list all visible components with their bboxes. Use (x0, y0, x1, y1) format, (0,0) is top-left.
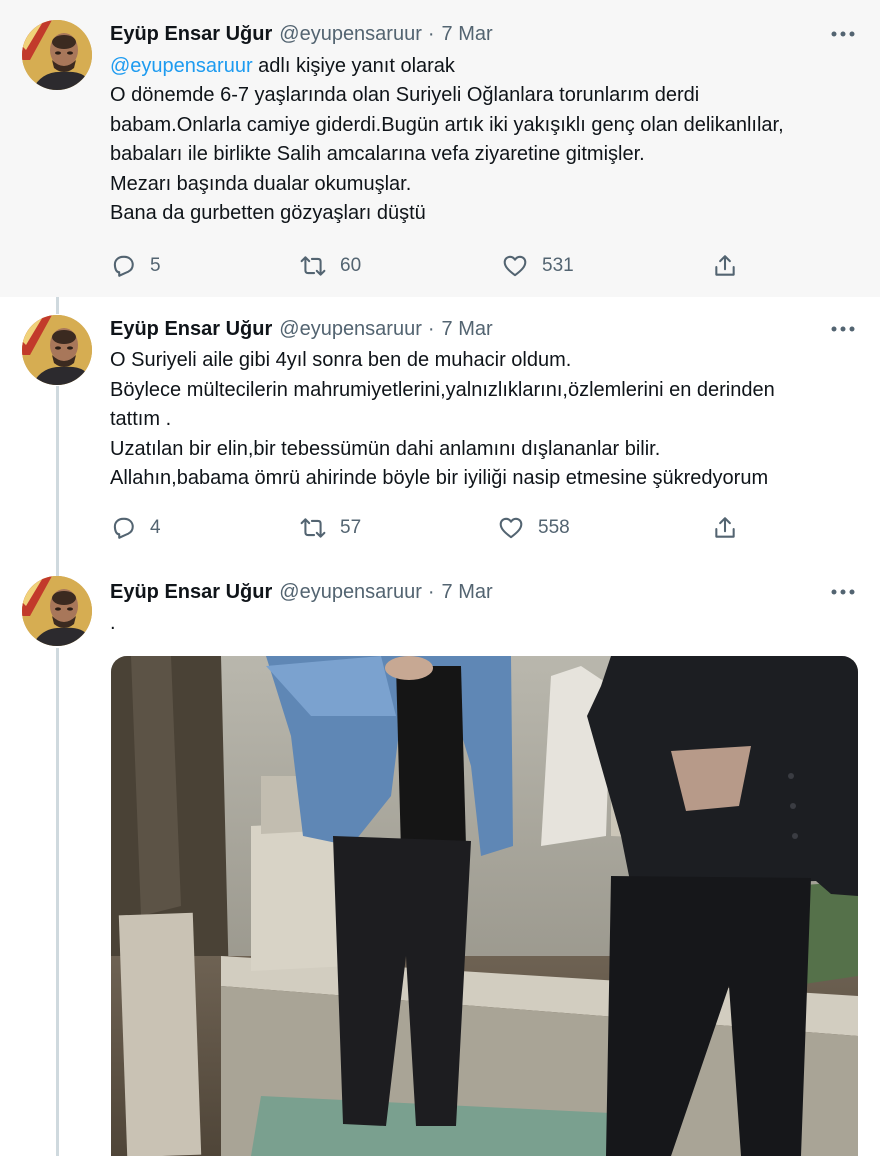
reply-count: 5 (150, 255, 161, 276)
retweet-button[interactable]: 57 (300, 510, 370, 546)
more-icon[interactable] (826, 21, 860, 47)
share-icon (715, 517, 735, 538)
reply-count: 4 (150, 517, 161, 538)
retweet-count: 60 (340, 255, 362, 276)
share-button[interactable] (712, 510, 752, 546)
retweet-count: 57 (340, 517, 362, 538)
like-icon (503, 255, 527, 277)
tweet-date[interactable]: 7 Mar (442, 581, 493, 604)
avatar[interactable] (22, 20, 92, 90)
tweet-actions: 5 60 531 (110, 248, 750, 284)
tweet-text: O Suriyeli aile gibi 4yıl sonra ben de m… (110, 349, 775, 489)
reply-icon (113, 517, 134, 539)
reply-mention-link[interactable]: @eyupensaruur (110, 55, 253, 77)
tweet-header: Eyüp Ensar Uğur @eyupensaruur · 7 Mar (110, 575, 860, 609)
author-name[interactable]: Eyüp Ensar Uğur (110, 318, 272, 341)
tweet-text: . (110, 612, 116, 634)
retweet-icon (300, 256, 326, 276)
reply-context: @eyupensaruur adlı kişiye yanıt olarak (110, 51, 860, 81)
avatar[interactable] (22, 576, 92, 646)
share-button[interactable] (712, 248, 752, 284)
share-icon (715, 255, 735, 276)
retweet-button[interactable]: 60 (300, 248, 370, 284)
more-icon[interactable] (826, 316, 860, 342)
tweet-date[interactable]: 7 Mar (442, 318, 493, 341)
avatar[interactable] (22, 315, 92, 385)
author-handle[interactable]: @eyupensaruur (279, 318, 422, 341)
like-button[interactable]: 558 (498, 510, 570, 546)
author-handle[interactable]: @eyupensaruur (279, 581, 422, 604)
author-name[interactable]: Eyüp Ensar Uğur (110, 581, 272, 604)
more-icon[interactable] (826, 579, 860, 605)
tweet[interactable]: Eyüp Ensar Uğur @eyupensaruur · 7 Mar @e… (0, 0, 880, 297)
separator-dot: · (427, 317, 435, 340)
tweet-header: Eyüp Ensar Uğur @eyupensaruur · 7 Mar (110, 312, 860, 346)
reply-icon (113, 255, 134, 277)
reply-context-label: adlı kişiye yanıt olarak (252, 55, 455, 77)
like-icon (499, 517, 523, 539)
separator-dot: · (427, 580, 435, 603)
tweet[interactable]: Eyüp Ensar Uğur @eyupensaruur · 7 Mar O … (0, 297, 880, 565)
tweet-date[interactable]: 7 Mar (442, 23, 493, 46)
retweet-icon (300, 518, 326, 538)
tweet-text: O dönemde 6-7 yaşlarında olan Suriyeli O… (110, 84, 784, 224)
tweet[interactable]: Eyüp Ensar Uğur @eyupensaruur · 7 Mar . (0, 565, 880, 1156)
tweet-actions: 4 57 558 (110, 510, 750, 546)
like-count: 531 (542, 255, 574, 276)
separator-dot: · (427, 22, 435, 45)
author-handle[interactable]: @eyupensaruur (279, 23, 422, 46)
tweet-header: Eyüp Ensar Uğur @eyupensaruur · 7 Mar (110, 17, 860, 51)
like-button[interactable]: 531 (502, 248, 574, 284)
like-count: 558 (538, 517, 570, 538)
tweet-video[interactable] (111, 656, 858, 1156)
reply-button[interactable]: 4 (110, 510, 180, 546)
reply-button[interactable]: 5 (110, 248, 180, 284)
author-name[interactable]: Eyüp Ensar Uğur (110, 23, 272, 46)
